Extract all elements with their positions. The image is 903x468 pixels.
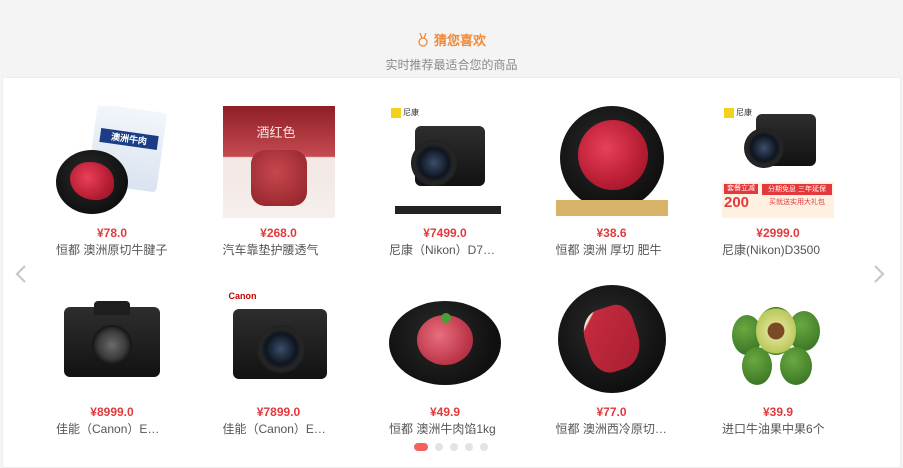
product-name[interactable]: 尼康(Nikon)D3500 xyxy=(722,242,834,258)
color-label: 酒红色 xyxy=(256,125,296,140)
product-image: 尼康 套餐立减 200 分期免息 三年延保 买就送实用大礼包 xyxy=(722,106,834,218)
product-name[interactable]: 汽车靠垫护腰透气 xyxy=(223,242,335,258)
product-card[interactable]: Canon ¥7899.0 佳能（Canon）EOS 90D xyxy=(223,285,335,447)
medal-icon xyxy=(417,32,429,47)
product-card[interactable]: ¥49.9 恒都 澳洲牛肉馅1kg xyxy=(389,285,501,447)
section-header: 猜您喜欢 实时推荐最适合您的商品 xyxy=(0,30,903,73)
carousel-prev-button[interactable] xyxy=(12,262,30,286)
promo-line-2: 买就送实用大礼包 xyxy=(769,199,825,206)
product-name[interactable]: 尼康（Nikon）D7500 xyxy=(389,242,501,258)
product-image xyxy=(389,285,501,397)
chevron-right-icon xyxy=(874,265,885,283)
recommendation-section: 猜您喜欢 实时推荐最适合您的商品 澳洲牛肉 ¥78.0 恒都 澳洲原切牛腱子 酒… xyxy=(0,0,903,468)
product-image xyxy=(722,285,834,397)
product-card[interactable]: 尼康 套餐立减 200 分期免息 三年延保 买就送实用大礼包 ¥2999.0 尼… xyxy=(722,106,834,268)
product-price: ¥78.0 xyxy=(96,226,128,240)
product-card[interactable]: 尼康 ¥7499.0 尼康（Nikon）D7500 xyxy=(389,106,501,268)
product-price: ¥7499.0 xyxy=(423,226,467,240)
product-price: ¥38.6 xyxy=(596,226,627,240)
carousel-pagination xyxy=(414,443,488,451)
brand-label: Canon xyxy=(228,291,257,301)
product-card[interactable]: ¥38.6 恒都 澳洲 厚切 肥牛 xyxy=(555,106,668,268)
product-name[interactable]: 恒都 澳洲原切牛腱子 xyxy=(56,242,168,258)
product-image: 酒红色 xyxy=(222,106,335,218)
product-price: ¥49.9 xyxy=(429,405,461,419)
section-title: 猜您喜欢 xyxy=(417,30,486,49)
product-image: 澳洲牛肉 xyxy=(56,106,168,218)
product-price: ¥2999.0 xyxy=(756,226,800,240)
product-name[interactable]: 恒都 澳洲 厚切 肥牛 xyxy=(556,242,668,258)
carousel-dot-1[interactable] xyxy=(414,443,428,451)
product-price: ¥268.0 xyxy=(260,226,297,240)
product-card[interactable]: 澳洲牛肉 ¥78.0 恒都 澳洲原切牛腱子 xyxy=(56,106,168,268)
carousel-dot-2[interactable] xyxy=(435,443,443,451)
carousel-dot-5[interactable] xyxy=(480,443,488,451)
section-title-text: 猜您喜欢 xyxy=(433,33,486,48)
carousel-next-button[interactable] xyxy=(870,262,888,286)
section-subtitle: 实时推荐最适合您的商品 xyxy=(385,57,518,72)
chevron-left-icon xyxy=(15,265,26,283)
product-card[interactable]: 酒红色 ¥268.0 汽车靠垫护腰透气 xyxy=(222,106,335,268)
product-name[interactable]: 恒都 澳洲西冷原切牛排 xyxy=(556,421,668,437)
product-card[interactable]: ¥39.9 进口牛油果中果6个 xyxy=(722,285,834,447)
product-name[interactable]: 佳能（Canon）EOS 6D xyxy=(56,421,168,437)
promo-line-1: 分期免息 三年延保 xyxy=(762,184,832,195)
brand-label: 尼康 xyxy=(736,108,752,117)
product-price: ¥39.9 xyxy=(762,405,794,419)
product-name[interactable]: 恒都 澳洲牛肉馅1kg xyxy=(389,421,501,437)
product-price: ¥7899.0 xyxy=(256,405,301,419)
product-image: Canon xyxy=(223,285,335,397)
brand-label: 尼康 xyxy=(403,108,419,117)
promo-tag: 套餐立减 xyxy=(724,184,758,194)
product-card[interactable]: ¥8999.0 佳能（Canon）EOS 6D xyxy=(56,285,168,447)
promo-amount: 200 xyxy=(724,194,750,211)
product-price: ¥77.0 xyxy=(596,405,627,419)
product-name[interactable]: 进口牛油果中果6个 xyxy=(722,421,834,437)
carousel-panel: 澳洲牛肉 ¥78.0 恒都 澳洲原切牛腱子 酒红色 ¥268.0 汽车靠垫护腰透… xyxy=(2,77,901,468)
carousel-dot-4[interactable] xyxy=(465,443,473,451)
product-image xyxy=(56,285,168,397)
carousel-dot-3[interactable] xyxy=(450,443,458,451)
product-image xyxy=(555,106,668,218)
product-grid: 澳洲牛肉 ¥78.0 恒都 澳洲原切牛腱子 酒红色 ¥268.0 汽车靠垫护腰透… xyxy=(56,106,834,447)
product-image: 尼康 xyxy=(389,106,501,218)
product-price: ¥8999.0 xyxy=(90,405,134,419)
product-name[interactable]: 佳能（Canon）EOS 90D xyxy=(223,421,335,437)
product-image xyxy=(556,285,668,397)
product-card[interactable]: ¥77.0 恒都 澳洲西冷原切牛排 xyxy=(556,285,668,447)
